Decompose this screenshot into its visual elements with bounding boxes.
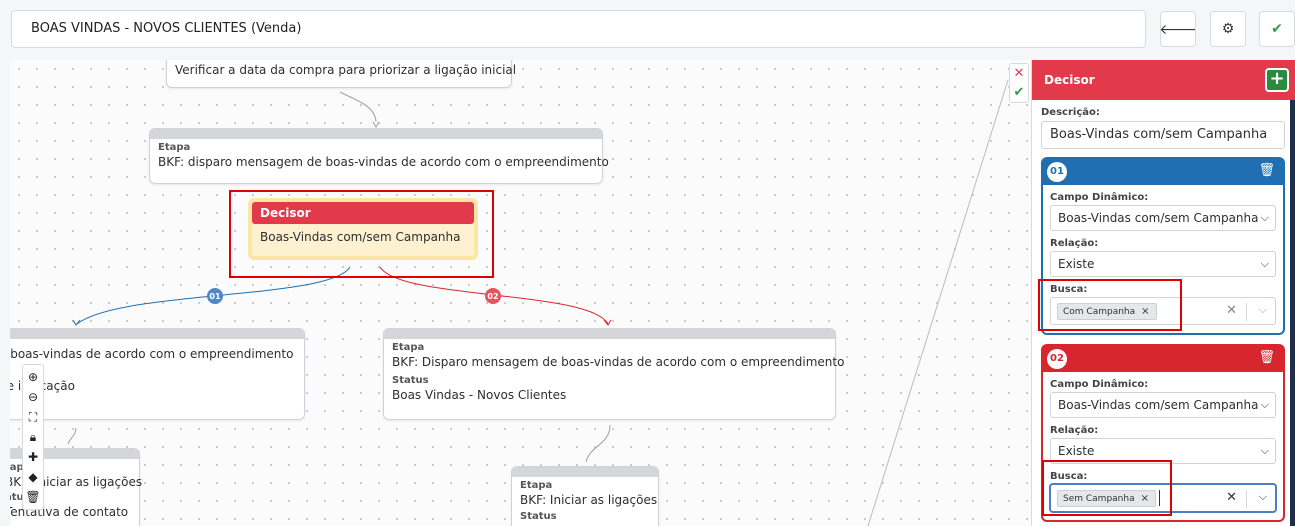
back-button[interactable]: 🡐 xyxy=(1159,11,1197,47)
check-icon: ✔ xyxy=(1271,21,1283,37)
node-label: Etapa xyxy=(392,342,425,353)
node-status-label: Status xyxy=(392,375,429,386)
chevron-down-icon[interactable]: ⌵ xyxy=(1259,490,1267,504)
highlight-busca-01 xyxy=(1038,279,1182,331)
chevron-down-icon: ⌵ xyxy=(1260,211,1269,224)
zoom-in-icon[interactable]: ⊕ xyxy=(22,367,44,387)
decisor-panel: Decisor + Descrição: Boas-Vindas com/sem… xyxy=(1031,60,1295,526)
panel-header: Decisor + xyxy=(1032,60,1295,100)
description-input[interactable]: Boas-Vindas com/sem Campanha xyxy=(1041,121,1285,149)
zoom-out-icon[interactable]: ⊖ xyxy=(22,387,44,407)
panel-title: Decisor xyxy=(1044,73,1095,87)
node-label: Etapa xyxy=(158,142,191,153)
chevron-down-icon: ⌵ xyxy=(1260,444,1269,457)
check-icon[interactable]: ✔ xyxy=(1010,83,1028,102)
clear-icon[interactable]: ✕ xyxy=(1226,490,1237,505)
trash-icon[interactable]: 🗑︎ xyxy=(22,487,44,507)
node-etapa-right[interactable]: Etapa BKF: Disparo mensagem de boas-vind… xyxy=(383,328,845,420)
lock-icon[interactable]: 🔒︎ xyxy=(22,427,44,447)
chevron-down-icon: ⌵ xyxy=(1260,257,1269,270)
node-text: BKF: Iniciar as ligações xyxy=(520,493,658,507)
campo-value: Boas-Vindas com/sem Campanha xyxy=(1058,211,1259,225)
relacao-label: Relação: xyxy=(1050,425,1099,436)
settings-button[interactable]: ⚙ xyxy=(1210,11,1246,47)
campo-select[interactable]: Boas-Vindas com/sem Campanha ⌵ xyxy=(1050,392,1276,418)
plus-icon: + xyxy=(1269,68,1285,89)
node-text: Verificar a data da compra para prioriza… xyxy=(175,63,517,77)
node-etapa-1[interactable]: Etapa BKF: disparo mensagem de boas-vind… xyxy=(149,128,609,184)
chevron-down-icon: ⌵ xyxy=(1260,398,1269,411)
relacao-value: Existe xyxy=(1058,257,1095,271)
close-icon[interactable]: ✕ xyxy=(1010,64,1028,83)
node-label: Etapa xyxy=(520,480,553,491)
node-text: e boas-vindas de acordo com o empreendim… xyxy=(10,347,294,361)
relacao-label: Relação: xyxy=(1050,238,1099,249)
flow-canvas[interactable]: 01 02 Verificar a data da compra para pr… xyxy=(10,60,1031,526)
edge-label-01: 01 xyxy=(209,292,221,301)
node-text: BKF: Disparo mensagem de boas-vindas de … xyxy=(392,355,845,369)
campo-label: Campo Dinâmico: xyxy=(1050,192,1149,203)
node-status-label: Status xyxy=(520,511,557,522)
highlight-busca-02 xyxy=(1042,460,1172,516)
rule-number-badge: 02 xyxy=(1047,349,1067,369)
decision-node-icon[interactable]: ◆ xyxy=(22,467,44,487)
campo-label: Campo Dinâmico: xyxy=(1050,379,1149,390)
trash-icon[interactable]: 🗑︎ xyxy=(1258,350,1275,365)
edge-label-02: 02 xyxy=(487,292,498,301)
relacao-select[interactable]: Existe ⌵ xyxy=(1050,251,1276,277)
panel-quick-actions: ✕ ✔ xyxy=(1009,63,1029,103)
fit-view-icon[interactable]: ⛶ xyxy=(22,407,44,427)
canvas-toolbar: ⊕ ⊖ ⛶ 🔒︎ ✚ ◆ 🗑︎ xyxy=(22,364,44,510)
gear-icon: ⚙ xyxy=(1221,21,1235,37)
relacao-value: Existe xyxy=(1058,444,1095,458)
node-top[interactable]: Verificar a data da compra para prioriza… xyxy=(166,60,517,88)
confirm-button[interactable]: ✔ xyxy=(1259,11,1295,47)
node-status-text: de indicação xyxy=(10,379,75,393)
node-status-text: Boas Vindas - Novos Clientes xyxy=(392,388,567,402)
campo-value: Boas-Vindas com/sem Campanha xyxy=(1058,398,1259,412)
scrollbar[interactable] xyxy=(1290,100,1295,526)
node-etapa-bottom-center[interactable]: Etapa BKF: Iniciar as ligações Status xyxy=(511,466,659,526)
flow-title-field[interactable]: BOAS VINDAS - NOVOS CLIENTES (Venda) xyxy=(11,10,1146,48)
rule-number-badge: 01 xyxy=(1047,162,1067,182)
highlight-decisor xyxy=(229,190,494,278)
node-text: BKF: disparo mensagem de boas-vindas de … xyxy=(158,155,609,169)
trash-icon[interactable]: 🗑︎ xyxy=(1258,163,1275,178)
node-etapa-left[interactable]: e boas-vindas de acordo com o empreendim… xyxy=(10,328,305,420)
description-label: Descrição: xyxy=(1041,107,1100,118)
campo-select[interactable]: Boas-Vindas com/sem Campanha ⌵ xyxy=(1050,205,1276,231)
clear-icon[interactable]: ✕ xyxy=(1226,303,1237,318)
chevron-down-icon[interactable]: ⌵ xyxy=(1259,303,1267,317)
add-node-icon[interactable]: ✚ xyxy=(22,447,44,467)
arrow-left-icon: 🡐 xyxy=(1159,21,1197,38)
top-bar: BOAS VINDAS - NOVOS CLIENTES (Venda) 🡐 ⚙… xyxy=(0,0,1295,60)
add-rule-button[interactable]: + xyxy=(1265,68,1289,92)
